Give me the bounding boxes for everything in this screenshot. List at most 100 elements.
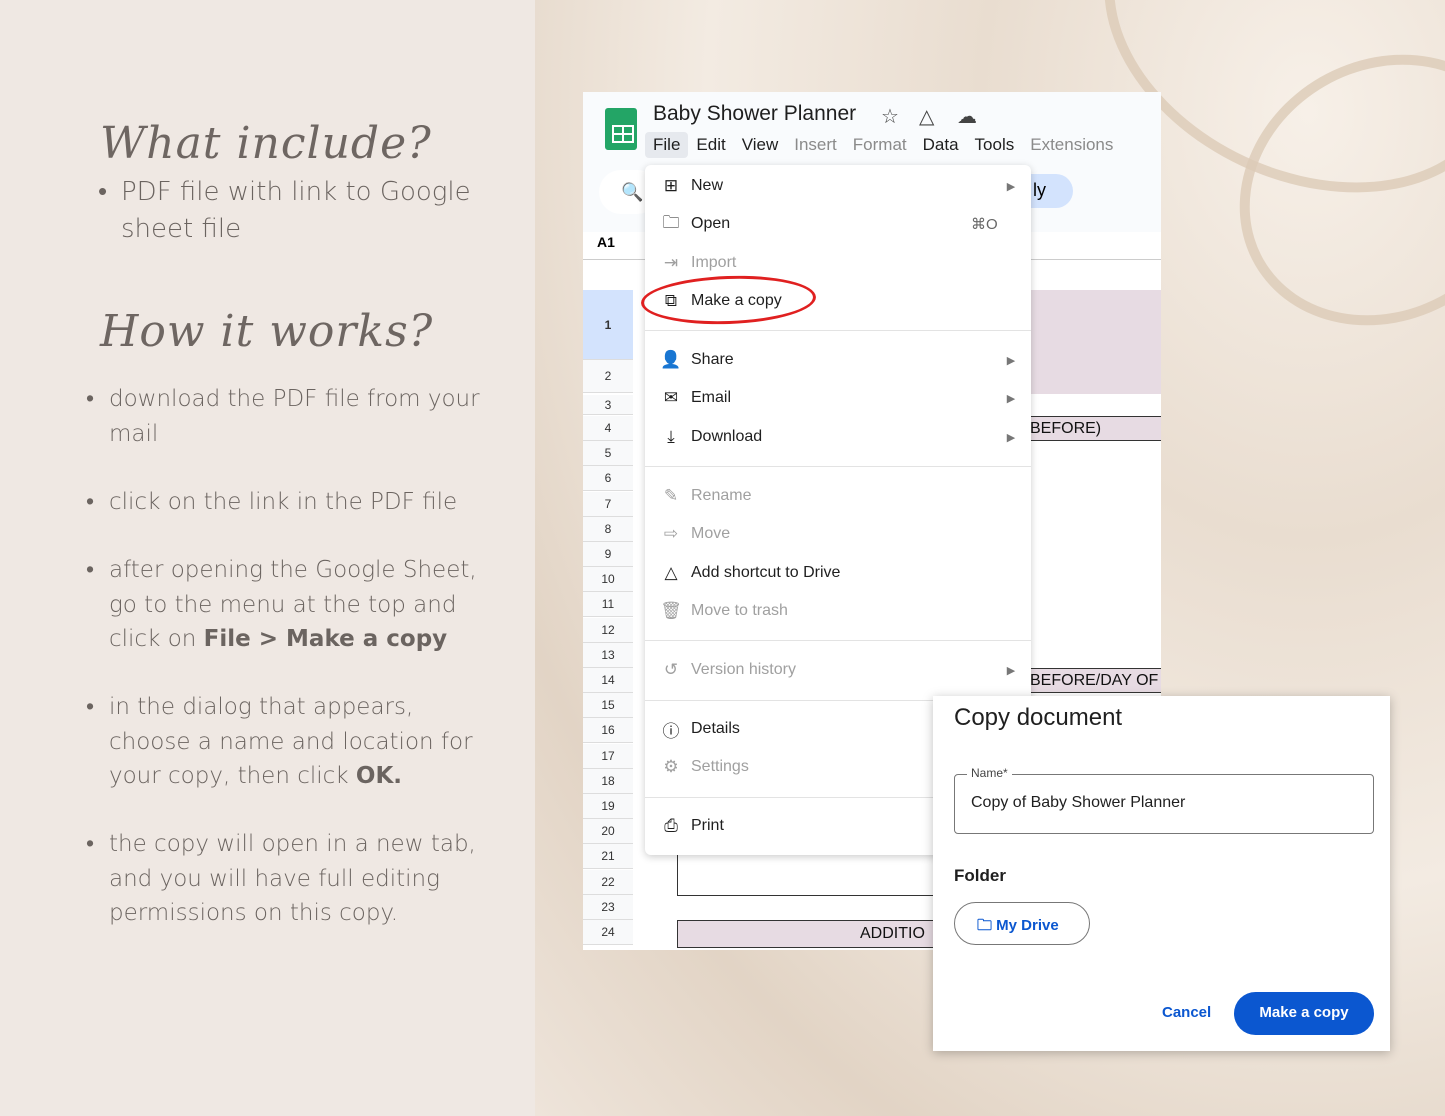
row-header[interactable]: 12 <box>583 617 633 643</box>
instruction-step: download the PDF file from your mail <box>86 382 490 451</box>
row-header[interactable]: 16 <box>583 718 633 744</box>
submenu-arrow-icon: ▶ <box>1006 354 1016 367</box>
folder-label: Folder <box>954 866 1006 885</box>
section-header-cell[interactable]: BEFORE/DAY OF <box>1023 668 1161 693</box>
instructions-panel: What include? PDF file with link to Goog… <box>0 0 535 1116</box>
menu-edit[interactable]: Edit <box>688 132 733 158</box>
drive-add-icon: △ <box>664 563 678 582</box>
menu-item-move-to-trash[interactable]: 🗑 Move to trash <box>645 593 1031 629</box>
rename-icon: ✎ <box>663 486 679 505</box>
row-header[interactable]: 20 <box>583 819 633 845</box>
email-icon: ✉ <box>663 388 679 407</box>
row-header[interactable]: 14 <box>583 668 633 693</box>
menu-item-version-history[interactable]: ↺ Version history ▶ <box>645 652 1031 688</box>
menu-item-add-shortcut-to-drive[interactable]: △ Add shortcut to Drive <box>645 555 1031 591</box>
step-bold: File > Make a copy <box>203 626 448 652</box>
folder-icon: 🗀 <box>977 917 997 934</box>
menu-item-rename[interactable]: ✎ Rename <box>645 478 1031 514</box>
menu-extensions[interactable]: Extensions <box>1022 132 1121 158</box>
instruction-step: click on the link in the PDF file <box>86 485 490 520</box>
table-box <box>677 852 977 896</box>
menu-insert[interactable]: Insert <box>786 132 845 158</box>
menu-item-open[interactable]: 🗀 Open ⌘O <box>645 206 1031 242</box>
star-icon[interactable]: ☆ <box>881 104 899 129</box>
menu-file[interactable]: File <box>645 132 689 158</box>
name-field[interactable]: Name* Copy of Baby Shower Planner <box>954 766 1374 834</box>
row-header[interactable]: 24 <box>583 920 633 945</box>
row-header[interactable]: 1 <box>583 290 633 360</box>
row-header[interactable]: 13 <box>583 642 633 668</box>
share-person-icon: 👤 <box>660 350 682 369</box>
row-header[interactable]: 19 <box>583 794 633 819</box>
menu-item-label: Email <box>691 389 732 406</box>
menu-item-label: Import <box>691 254 737 271</box>
row-header[interactable]: 23 <box>583 894 633 920</box>
row-header[interactable]: 2 <box>583 360 633 393</box>
cancel-button[interactable]: Cancel <box>1162 1004 1211 1021</box>
row-header[interactable]: 17 <box>583 743 633 769</box>
menu-format[interactable]: Format <box>845 132 915 158</box>
document-title[interactable]: Baby Shower Planner <box>653 102 856 126</box>
row-header[interactable]: 21 <box>583 844 633 870</box>
section-header-cell[interactable]: BEFORE) <box>1023 416 1161 441</box>
submenu-arrow-icon: ▶ <box>1006 180 1016 193</box>
search-icon: 🔍 <box>621 182 644 202</box>
folder-icon: 🗀 <box>662 212 680 232</box>
import-icon: ⇥ <box>663 253 679 272</box>
name-box[interactable]: A1 <box>597 234 615 250</box>
section-header-cell[interactable]: ADDITIO <box>677 920 977 948</box>
menu-view[interactable]: View <box>734 132 787 158</box>
menu-data[interactable]: Data <box>915 132 967 158</box>
my-drive-button[interactable]: 🗀 My Drive <box>954 902 1090 945</box>
sheets-logo-icon <box>605 108 637 150</box>
menu-item-label: New <box>691 177 724 194</box>
gear-icon: ⚙ <box>663 757 679 776</box>
move-icon: ⇨ <box>663 524 679 543</box>
menu-item-move[interactable]: ⇨ Move <box>645 516 1031 552</box>
menu-item-email[interactable]: ✉ Email ▶ <box>645 380 1031 416</box>
row-header[interactable]: 6 <box>583 466 633 492</box>
submenu-arrow-icon: ▶ <box>1006 392 1016 405</box>
cloud-saved-icon[interactable]: ☁ <box>957 104 977 129</box>
row-header[interactable]: 8 <box>583 516 633 542</box>
menu-item-label: Move <box>691 525 731 542</box>
make-a-copy-button[interactable]: Make a copy <box>1234 992 1374 1035</box>
copy-document-dialog: Copy document Name* Copy of Baby Shower … <box>933 696 1390 1051</box>
menu-divider <box>645 466 1031 467</box>
include-item: PDF file with link to Google sheet file <box>98 174 502 248</box>
submenu-arrow-icon: ▶ <box>1006 431 1016 444</box>
menu-item-import[interactable]: ⇥ Import <box>645 245 1031 281</box>
row-header[interactable]: 9 <box>583 542 633 567</box>
menu-bar: File Edit View Insert Format Data Tools Extensi… <box>645 132 1121 158</box>
menu-item-share[interactable]: 👤 Share ▶ <box>645 342 1031 378</box>
shortcut-label: ⌘O <box>971 216 998 233</box>
row-header[interactable]: 4 <box>583 416 633 441</box>
row-header[interactable]: 7 <box>583 491 633 517</box>
row-header[interactable]: 15 <box>583 693 633 719</box>
row-header[interactable]: 10 <box>583 567 633 593</box>
row-header[interactable]: 5 <box>583 441 633 467</box>
menu-item-label: Share <box>691 351 734 368</box>
row-header[interactable]: 22 <box>583 869 633 895</box>
submenu-arrow-icon: ▶ <box>1006 664 1016 677</box>
row-header[interactable]: 3 <box>583 395 633 415</box>
name-label: Name* <box>967 766 1012 780</box>
row-header[interactable]: 11 <box>583 592 633 618</box>
menu-tools[interactable]: Tools <box>967 132 1023 158</box>
trash-icon: 🗑 <box>660 601 682 620</box>
info-icon: ⓘ <box>662 721 680 741</box>
download-icon: ⤓ <box>667 427 675 446</box>
new-sheet-icon: ⊞ <box>663 176 679 195</box>
heading-what-include: What include? <box>100 118 432 169</box>
menu-divider <box>645 640 1031 641</box>
step-bold: OK. <box>355 763 403 789</box>
instruction-step: in the dialog that appears, choose a nam… <box>86 690 490 794</box>
heading-how-it-works: How it works? <box>100 306 434 357</box>
row-header[interactable]: 18 <box>583 768 633 794</box>
drive-add-icon[interactable]: △ <box>919 104 934 129</box>
dialog-title: Copy document <box>954 704 1123 731</box>
menu-item-label: Version history <box>691 661 796 678</box>
menu-item-download[interactable]: ⤓ Download ▶ <box>645 419 1031 455</box>
menu-divider <box>645 330 1031 331</box>
menu-item-new[interactable]: ⊞ New ▶ <box>645 168 1031 204</box>
